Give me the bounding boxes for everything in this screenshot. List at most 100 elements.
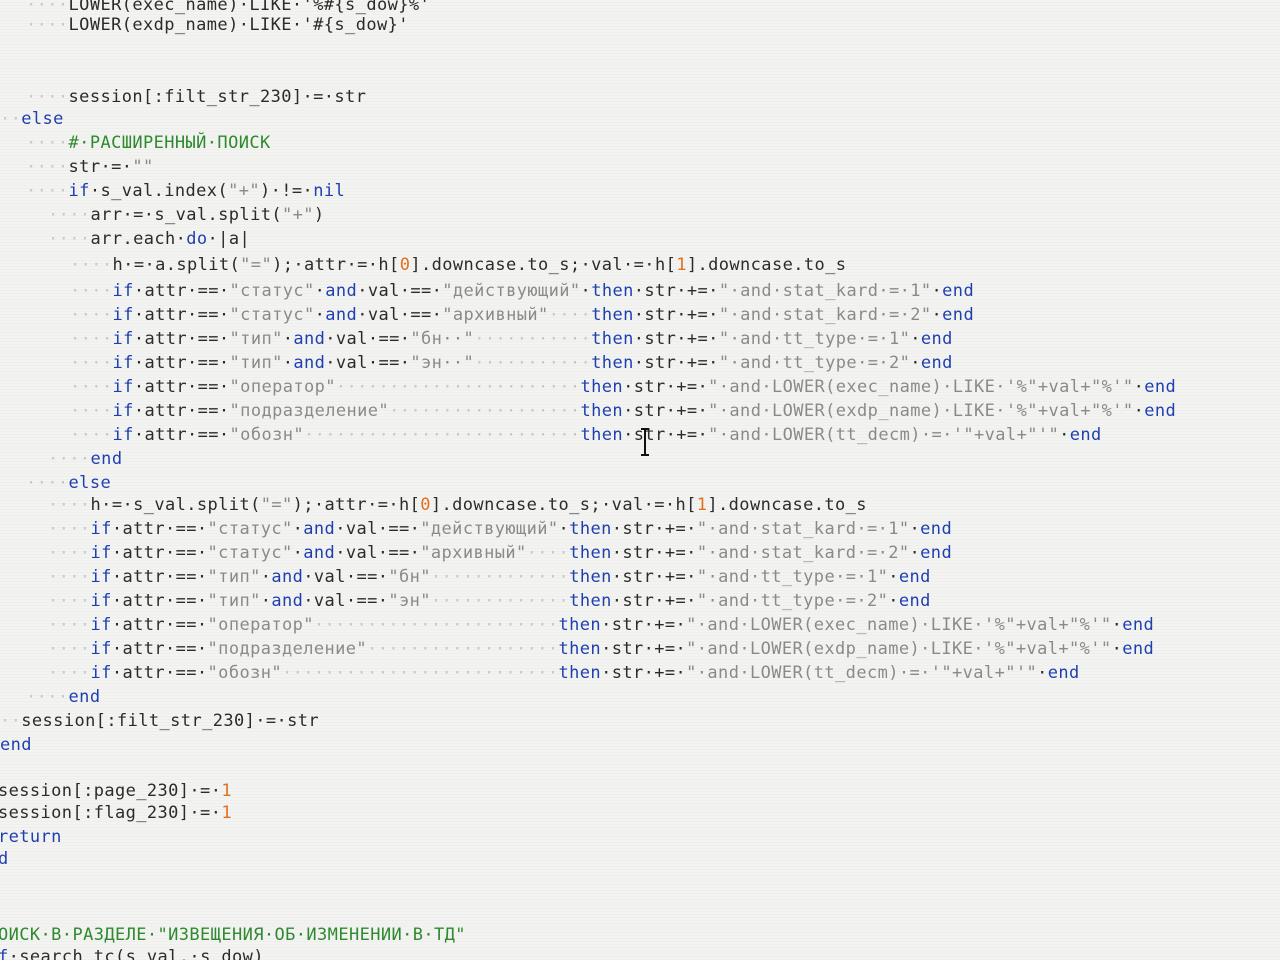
code-token: ·························· [282,663,559,683]
code-editor[interactable]: ····LOWER(exec_name)·LIKE·'%#{s_dow}%' ··… [0,0,1280,960]
code-token: · [931,281,943,301]
code-line[interactable]: ····if·attr·==·"статус"·and·val·==·"дейс… [70,280,974,302]
code-line[interactable]: session[:flag_230]·=·1 [0,802,232,824]
code-line[interactable]: return [0,826,62,848]
indent-marker: ···· [48,663,91,683]
indent-marker: ···· [26,133,69,153]
code-line[interactable]: end [0,734,32,756]
code-token: · [282,329,294,349]
code-token: "действующий" [420,519,559,539]
code-token: ·attr·==· [133,425,230,445]
code-token: session[:flag_230]·=· [0,803,222,823]
code-line[interactable]: ····if·attr·==·"тип"·and·val·==·"эн··"··… [70,352,953,374]
code-token: and [293,329,326,349]
code-token: "·and·LOWER(exec_name)·LIKE·'%"+val+"%'" [686,615,1112,635]
code-line[interactable]: ····#·РАСШИРЕННЫЙ·ПОИСК [26,132,271,154]
code-token: 1 [676,255,687,275]
code-token: "·and·LOWER(tt_decm)·=·'"+val+"'" [708,425,1060,445]
code-token: · [888,567,899,587]
code-line[interactable]: ····if·attr·==·"оператор"···············… [48,614,1154,636]
code-token: then [569,591,612,611]
code-token: ·················· [389,401,581,421]
code-line[interactable]: ····end [48,448,122,470]
code-token: if [112,281,134,301]
code-line[interactable]: ····if·attr·==·"статус"·and·val·==·"архи… [48,542,952,564]
code-token: if [90,663,112,683]
code-line[interactable]: ····str·=·"" [26,156,154,178]
code-line[interactable]: ····if·attr·==·"статус"·and·val·==·"дейс… [48,518,952,540]
code-line[interactable]: ····h·=·a.split("=");·attr·=·h[0].downca… [70,254,846,276]
indent-marker: ···· [26,473,69,493]
code-token: ·str·+=· [623,377,709,397]
code-token: · [314,281,326,301]
code-token: if [90,591,112,611]
code-token: · [558,519,570,539]
code-token: then [569,519,612,539]
code-line[interactable]: ····if·s_val.index("+")·!=·nil [26,180,345,202]
indent-marker: ···· [48,449,91,469]
code-token: if [112,401,134,421]
code-token: if [90,639,112,659]
code-line[interactable]: ····if·attr·==·"подразделение"··········… [48,638,1154,660]
code-line[interactable]: ОИСК·В·РАЗДЕЛЕ·"ИЗВЕЩЕНИЯ·ОБ·ИЗМЕНЕНИИ·В… [0,924,466,946]
code-token: ].downcase.to_s;·val·=·h[ [410,255,677,275]
code-line[interactable]: f·search_tc(s_val,·s_dow) [0,946,264,960]
code-line[interactable]: ····LOWER(exdp_name)·LIKE·'#{s_dow}' [26,14,409,36]
code-line[interactable]: ····if·attr·==·"подразделение"··········… [70,400,1176,422]
code-token: ) [313,205,325,225]
code-line[interactable]: ····if·attr·==·"тип"·and·val·==·"эн"····… [48,590,931,612]
indent-marker: ···· [26,0,69,15]
code-line[interactable]: ····if·attr·==·"тип"·and·val·==·"бн"····… [48,566,931,588]
code-token: ].downcase.to_s [707,495,867,515]
code-line[interactable]: ····if·attr·==·"оператор"···············… [70,376,1176,398]
code-line[interactable]: ····session[:filt_str_230]·=·str [26,86,366,108]
code-token: ·str·+=· [623,401,709,421]
code-token: "·and·LOWER(tt_decm)·=·'"+val+"'" [686,663,1038,683]
code-token: ·str·+=· [601,663,687,683]
indent-marker: ···· [70,377,113,397]
indent-marker: ···· [26,15,69,35]
code-token: ·················· [367,639,559,659]
code-token: "обозн" [207,663,282,683]
code-token: if [112,353,134,373]
code-token: ·attr·==· [111,591,208,611]
text-cursor-icon [641,428,649,456]
code-token: "оператор" [229,377,336,397]
code-token: 1 [696,495,708,515]
code-token: · [1111,615,1123,635]
code-line[interactable]: ····arr·=·s_val.split("+") [48,204,325,226]
code-line[interactable]: d [0,848,9,870]
code-line[interactable]: ····h·=·s_val.split("=");·attr·=·h[0].do… [48,494,867,516]
code-token: 0 [420,495,431,515]
code-token: "статус" [207,543,293,563]
code-line[interactable]: ····if·attr·==·"тип"·and·val·==·"бн··"··… [70,328,953,350]
code-token: LOWER(exdp_name)·LIKE·'#{s_dow}' [68,15,409,35]
code-line[interactable]: ····if·attr·==·"обозн"··················… [48,662,1080,684]
code-token: end [920,519,953,539]
code-token: ·|a| [207,229,251,249]
indent-marker: ···· [48,639,91,659]
code-token: arr·=·s_val.split( [90,205,282,225]
code-line[interactable]: ····if·attr·==·"статус"·and·val·==·"архи… [70,304,974,326]
code-line[interactable]: ··else [0,108,64,130]
code-line[interactable]: session[:page_230]·=·1 [0,780,232,802]
code-token: then [591,305,634,325]
code-token: ].downcase.to_s [686,255,847,275]
code-line[interactable]: ····else [26,472,111,494]
indent-marker: ···· [48,591,91,611]
code-token: d [0,849,9,869]
code-token: "·and·stat_kard·=·1" [718,281,932,301]
code-token: ·attr·==· [133,353,230,373]
code-token: then [580,377,624,397]
code-token: f [0,947,9,960]
code-line[interactable]: ····if·attr·==·"обозн"··················… [70,424,1102,446]
code-line[interactable]: ··session[:filt_str_230]·=·str [0,710,319,732]
code-token: "тип" [207,567,261,587]
code-token: ·str·+=· [633,353,719,373]
code-line[interactable]: ····end [26,686,100,708]
code-token: ·val·==· [357,281,443,301]
code-line[interactable]: ····arr.each·do·|a| [48,228,250,250]
code-token: if [112,305,134,325]
indent-marker: ···· [48,567,91,587]
code-token: end [90,449,123,469]
